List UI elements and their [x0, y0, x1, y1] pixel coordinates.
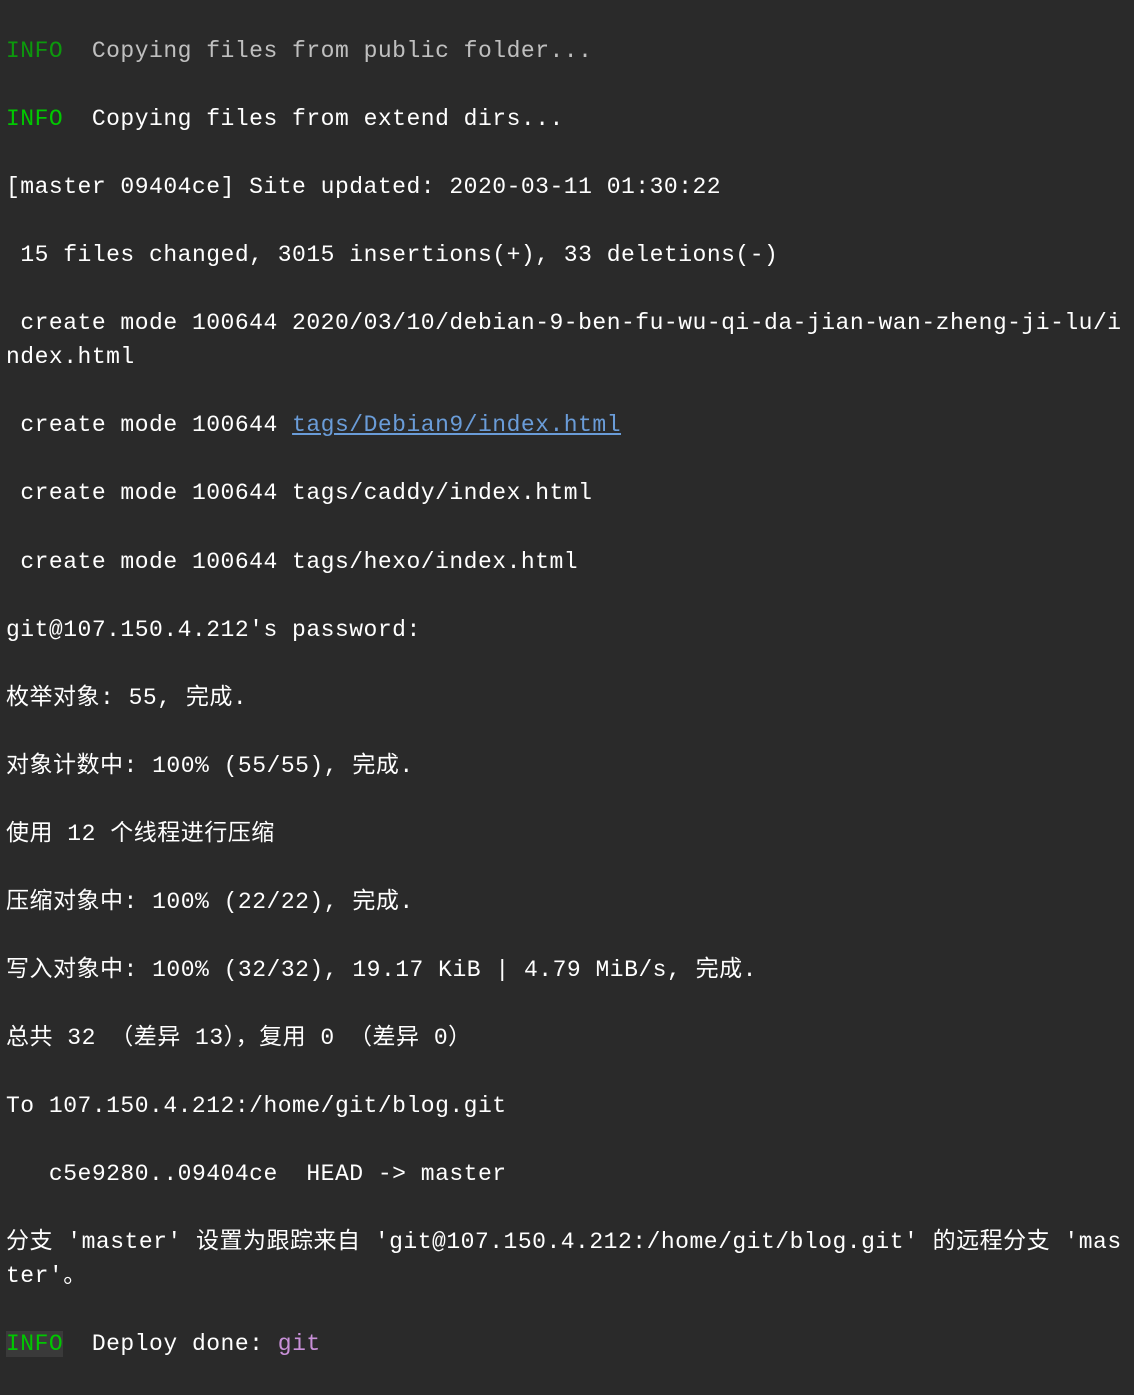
- log-text: Copying files from public folder...: [63, 38, 592, 64]
- log-line: create mode 100644 tags/Debian9/index.ht…: [6, 408, 1128, 442]
- log-line: 总共 32 （差异 13），复用 0 （差异 0）: [6, 1021, 1128, 1055]
- info-label: INFO: [6, 38, 63, 64]
- log-line: 分支 'master' 设置为跟踪来自 'git@107.150.4.212:/…: [6, 1225, 1128, 1293]
- log-line: INFO Deploy done: git: [6, 1327, 1128, 1361]
- log-line: INFO Copying files from public folder...: [6, 34, 1128, 68]
- log-line: create mode 100644 2020/03/10/debian-9-b…: [6, 306, 1128, 374]
- log-line: 使用 12 个线程进行压缩: [6, 817, 1128, 851]
- log-line: 15 files changed, 3015 insertions(+), 33…: [6, 238, 1128, 272]
- log-text: create mode 100644: [6, 412, 292, 438]
- log-text: Deploy done:: [63, 1331, 278, 1357]
- log-line: [master 09404ce] Site updated: 2020-03-1…: [6, 170, 1128, 204]
- log-line: create mode 100644 tags/caddy/index.html: [6, 476, 1128, 510]
- file-link[interactable]: tags/Debian9/index.html: [292, 412, 621, 438]
- log-line: To 107.150.4.212:/home/git/blog.git: [6, 1089, 1128, 1123]
- log-line: c5e9280..09404ce HEAD -> master: [6, 1157, 1128, 1191]
- info-label: INFO: [6, 106, 63, 132]
- log-line: 对象计数中: 100% (55/55), 完成.: [6, 749, 1128, 783]
- info-label: INFO: [6, 1331, 63, 1357]
- terminal-output[interactable]: INFO Copying files from public folder...…: [0, 0, 1134, 1395]
- log-line: 写入对象中: 100% (32/32), 19.17 KiB | 4.79 Mi…: [6, 953, 1128, 987]
- log-line: create mode 100644 tags/hexo/index.html: [6, 545, 1128, 579]
- log-line: 压缩对象中: 100% (22/22), 完成.: [6, 885, 1128, 919]
- log-line: git@107.150.4.212's password:: [6, 613, 1128, 647]
- deploy-target: git: [278, 1331, 321, 1357]
- log-text: Copying files from extend dirs...: [63, 106, 564, 132]
- log-line: 枚举对象: 55, 完成.: [6, 681, 1128, 715]
- log-line: INFO Copying files from extend dirs...: [6, 102, 1128, 136]
